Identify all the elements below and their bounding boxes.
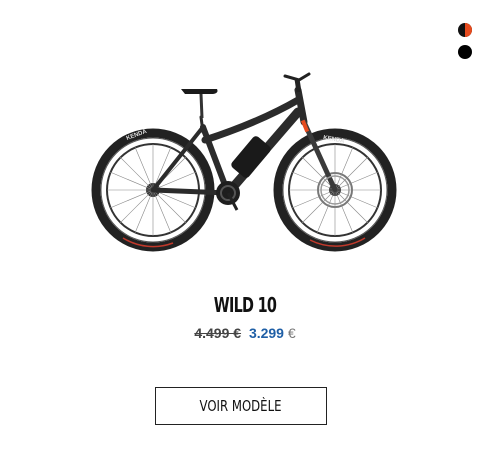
product-card: KENDA KENDA WILD 10 4.499 € 3.299 € VOIR…: [0, 0, 490, 450]
battery-pack: [231, 136, 271, 178]
color-swatches: [458, 23, 474, 67]
swatch-black[interactable]: [458, 45, 472, 59]
swatch-black-orange[interactable]: [458, 23, 472, 37]
view-model-button-label: VOIR MODÈLE: [200, 397, 282, 415]
saddle: [181, 89, 218, 94]
sale-price: 3.299: [248, 325, 288, 341]
mountain-ebike-image[interactable]: KENDA KENDA: [85, 62, 405, 262]
original-price: 4.499 €: [194, 325, 242, 341]
sale-price-currency: €: [287, 325, 296, 341]
price-row: 4.499 € 3.299 €: [0, 325, 490, 341]
view-model-button[interactable]: VOIR MODÈLE: [155, 387, 327, 425]
product-name[interactable]: WILD 10: [69, 293, 422, 317]
